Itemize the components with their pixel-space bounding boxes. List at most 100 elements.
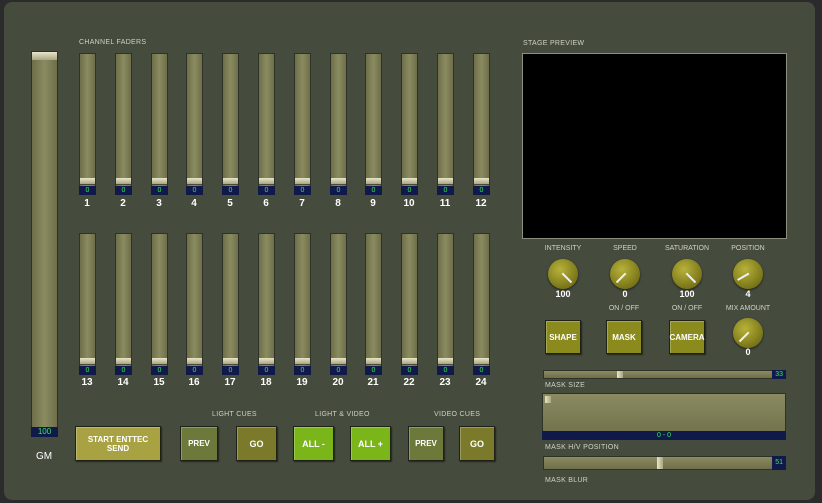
channel-number: 23 — [439, 377, 451, 388]
channel-fader[interactable]: 0 — [437, 233, 454, 375]
channel-fader[interactable]: 0 — [186, 233, 203, 375]
channel-fader[interactable]: 0 — [79, 53, 96, 195]
channel-fader-value: 0 — [330, 366, 347, 375]
channel-fader[interactable]: 0 — [258, 233, 275, 375]
gm-label: GM — [35, 451, 53, 462]
mask-blur-thumb[interactable] — [657, 457, 663, 469]
channel-fader-knob[interactable] — [366, 178, 381, 185]
channel-fader[interactable]: 0 — [294, 53, 311, 195]
channel-fader-value: 0 — [115, 186, 132, 195]
speed-value: 0 — [622, 289, 628, 299]
channel-fader-knob[interactable] — [80, 358, 95, 365]
channel-number: 14 — [117, 377, 129, 388]
channel-fader-knob[interactable] — [152, 358, 167, 365]
channel-fader-knob[interactable] — [474, 358, 489, 365]
channel-fader[interactable]: 0 — [222, 53, 239, 195]
channel-fader[interactable]: 0 — [151, 53, 168, 195]
channel-fader[interactable]: 0 — [330, 53, 347, 195]
light-go-button[interactable]: GO — [236, 426, 277, 461]
channel-fader[interactable]: 0 — [115, 233, 132, 375]
channel-faders-title: CHANNEL FADERS — [79, 39, 147, 46]
channel-fader-knob[interactable] — [402, 178, 417, 185]
channel-fader[interactable]: 0 — [473, 53, 490, 195]
speed-knob[interactable] — [610, 259, 640, 289]
mask-blur-slider[interactable]: 51 — [543, 456, 786, 470]
mask-button[interactable]: MASK — [606, 320, 642, 354]
channel-number: 24 — [475, 377, 487, 388]
channel-fader[interactable]: 0 — [330, 233, 347, 375]
channel-fader[interactable]: 0 — [473, 233, 490, 375]
channel-fader-knob[interactable] — [331, 178, 346, 185]
gm-fader[interactable]: 100 — [31, 51, 58, 437]
channel-fader[interactable]: 0 — [365, 53, 382, 195]
channel-fader[interactable]: 0 — [401, 53, 418, 195]
channel-fader-knob[interactable] — [223, 178, 238, 185]
light-prev-button[interactable]: PREV — [180, 426, 218, 461]
channel-number: 1 — [84, 198, 90, 209]
channel-number: 19 — [296, 377, 308, 388]
channel-fader-knob[interactable] — [295, 178, 310, 185]
channel-number: 7 — [299, 198, 305, 209]
channel-fader-value: 0 — [151, 366, 168, 375]
channel-fader-knob[interactable] — [402, 358, 417, 365]
position-knob[interactable] — [733, 259, 763, 289]
channel-fader-knob[interactable] — [295, 358, 310, 365]
channel-number: 13 — [81, 377, 93, 388]
channel-fader[interactable]: 0 — [258, 53, 275, 195]
all-plus-button[interactable]: ALL + — [350, 426, 391, 461]
gm-fader-value: 100 — [31, 427, 58, 437]
channel-fader[interactable]: 0 — [115, 53, 132, 195]
channel-fader[interactable]: 0 — [294, 233, 311, 375]
channel-fader-value: 0 — [186, 366, 203, 375]
channel-fader-knob[interactable] — [331, 358, 346, 365]
shape-button[interactable]: SHAPE — [545, 320, 581, 354]
channel-number: 18 — [260, 377, 272, 388]
gm-fader-knob[interactable] — [32, 52, 57, 60]
channel-fader[interactable]: 0 — [222, 233, 239, 375]
channel-fader-knob[interactable] — [259, 358, 274, 365]
channel-fader-knob[interactable] — [116, 178, 131, 185]
mask-hv-pad[interactable]: 0 - 0 — [542, 393, 786, 440]
channel-fader[interactable]: 0 — [186, 53, 203, 195]
channel-fader-value: 0 — [401, 186, 418, 195]
channel-fader-knob[interactable] — [187, 178, 202, 185]
channel-fader-value: 0 — [473, 366, 490, 375]
channel-fader[interactable]: 0 — [79, 233, 96, 375]
channel-fader[interactable]: 0 — [437, 53, 454, 195]
video-go-button[interactable]: GO — [459, 426, 495, 461]
channel-fader-knob[interactable] — [474, 178, 489, 185]
channel-fader-value: 0 — [258, 186, 275, 195]
mask-size-thumb[interactable] — [617, 371, 623, 378]
mix-amount-knob[interactable] — [733, 318, 763, 348]
channel-fader-value: 0 — [437, 366, 454, 375]
all-minus-button[interactable]: ALL - — [293, 426, 334, 461]
channel-fader-knob[interactable] — [223, 358, 238, 365]
channel-fader-knob[interactable] — [438, 178, 453, 185]
speed-label: SPEED — [613, 245, 637, 252]
mask-size-slider[interactable]: 33 — [543, 370, 786, 379]
saturation-knob[interactable] — [672, 259, 702, 289]
intensity-knob[interactable] — [548, 259, 578, 289]
channel-number: 10 — [403, 198, 415, 209]
camera-button[interactable]: CAMERA — [669, 320, 705, 354]
channel-fader[interactable]: 0 — [151, 233, 168, 375]
channel-fader-knob[interactable] — [259, 178, 274, 185]
mask-hv-value: 0 - 0 — [542, 431, 786, 440]
start-enttec-send-button[interactable]: START ENTTEC SEND — [75, 426, 161, 461]
channel-number: 4 — [191, 198, 197, 209]
channel-number: 17 — [224, 377, 236, 388]
channel-fader-value: 0 — [365, 186, 382, 195]
channel-fader[interactable]: 0 — [365, 233, 382, 375]
channel-fader[interactable]: 0 — [401, 233, 418, 375]
channel-fader-knob[interactable] — [187, 358, 202, 365]
channel-number: 3 — [156, 198, 162, 209]
channel-fader-knob[interactable] — [80, 178, 95, 185]
channel-number: 6 — [263, 198, 269, 209]
channel-fader-knob[interactable] — [116, 358, 131, 365]
channel-fader-knob[interactable] — [438, 358, 453, 365]
mask-hv-handle[interactable] — [545, 396, 551, 403]
channel-fader-knob[interactable] — [152, 178, 167, 185]
channel-fader-knob[interactable] — [366, 358, 381, 365]
channel-fader-value: 0 — [186, 186, 203, 195]
video-prev-button[interactable]: PREV — [408, 426, 444, 461]
